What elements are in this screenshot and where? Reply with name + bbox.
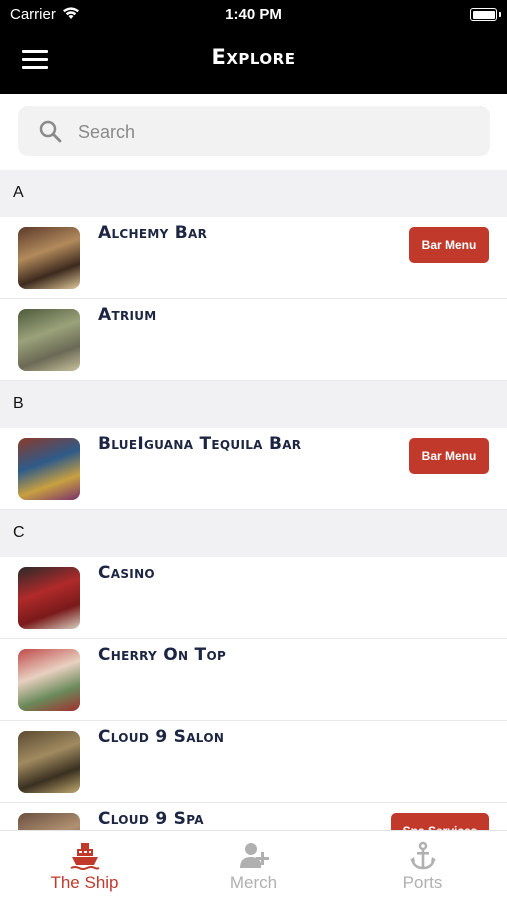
- add-person-icon: [239, 841, 269, 871]
- list-item[interactable]: Casino: [0, 557, 507, 639]
- list-item[interactable]: Cherry On Top: [0, 639, 507, 721]
- venue-thumbnail: [18, 227, 80, 289]
- section-letter: A: [13, 184, 24, 201]
- ship-icon: [70, 841, 100, 871]
- bar-menu-button[interactable]: Bar Menu: [409, 227, 489, 263]
- tab-ports[interactable]: Ports: [338, 831, 507, 901]
- page-title: Explore: [211, 45, 296, 69]
- clock: 1:40 PM: [225, 6, 282, 23]
- tab-the-ship[interactable]: The Ship: [0, 831, 169, 901]
- venue-thumbnail: [18, 438, 80, 500]
- list-item[interactable]: Cloud 9 Salon: [0, 721, 507, 803]
- tab-label: Merch: [229, 873, 278, 892]
- search-area: [0, 94, 507, 170]
- spa-services-button[interactable]: Spa Services: [391, 813, 489, 830]
- list-item[interactable]: BlueIguana Tequila Bar Bar Menu: [0, 428, 507, 510]
- venue-name: Alchemy Bar: [98, 223, 208, 243]
- anchor-icon: [408, 841, 438, 871]
- tab-label: The Ship: [50, 873, 119, 892]
- tab-bar: The Ship Merch Ports: [0, 830, 507, 901]
- search-input[interactable]: [76, 116, 480, 148]
- section-letter: C: [13, 524, 25, 541]
- venue-name: Casino: [98, 563, 155, 583]
- section-letter: B: [13, 395, 24, 412]
- venue-thumbnail: [18, 649, 80, 711]
- section-header-a: A: [0, 170, 507, 217]
- venue-name: BlueIguana Tequila Bar: [98, 434, 302, 454]
- list-item[interactable]: Atrium: [0, 299, 507, 381]
- venue-name: Atrium: [98, 305, 157, 325]
- venue-name: Cloud 9 Salon: [98, 727, 225, 747]
- venue-name: Cherry On Top: [98, 645, 227, 665]
- tab-merch[interactable]: Merch: [169, 831, 338, 901]
- list-item[interactable]: Cloud 9 Spa Spa Services: [0, 803, 507, 830]
- venue-name: Cloud 9 Spa: [98, 809, 204, 829]
- list-item[interactable]: Alchemy Bar Bar Menu: [0, 217, 507, 299]
- battery-icon: [470, 8, 497, 21]
- nav-bar: Explore: [0, 28, 507, 94]
- battery-tip: [499, 12, 501, 17]
- search-icon: [39, 120, 62, 143]
- status-bar: Carrier 1:40 PM: [0, 0, 507, 28]
- tab-label: Ports: [402, 873, 443, 892]
- bar-menu-button[interactable]: Bar Menu: [409, 438, 489, 474]
- venue-thumbnail: [18, 731, 80, 793]
- section-header-c: C: [0, 510, 507, 557]
- venue-thumbnail: [18, 567, 80, 629]
- venue-thumbnail: [18, 309, 80, 371]
- venue-list[interactable]: A Alchemy Bar Bar Menu Atrium B BlueIguana Te…: [0, 170, 507, 830]
- venue-thumbnail: [18, 813, 80, 830]
- section-header-b: B: [0, 381, 507, 428]
- search-bar[interactable]: [18, 106, 490, 156]
